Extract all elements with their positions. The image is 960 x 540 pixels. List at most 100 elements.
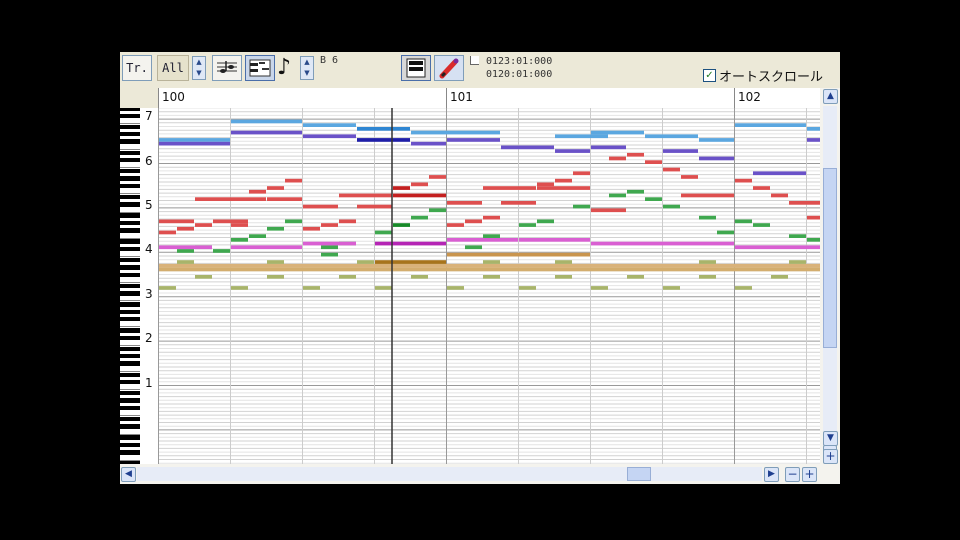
note[interactable]: [807, 138, 820, 142]
black-key[interactable]: [120, 113, 140, 118]
black-key[interactable]: [120, 257, 140, 263]
note[interactable]: [159, 267, 820, 272]
black-key[interactable]: [120, 220, 140, 226]
note-grid-canvas[interactable]: [158, 108, 820, 464]
note[interactable]: [609, 156, 626, 161]
note[interactable]: [447, 138, 500, 142]
note[interactable]: [303, 226, 320, 231]
black-key[interactable]: [120, 150, 140, 155]
note[interactable]: [663, 204, 680, 209]
note[interactable]: [519, 223, 536, 227]
black-key[interactable]: [120, 213, 140, 218]
note[interactable]: [231, 223, 248, 227]
note[interactable]: [555, 134, 608, 139]
black-key[interactable]: [120, 335, 140, 340]
note[interactable]: [537, 219, 554, 224]
note[interactable]: [645, 160, 662, 164]
black-key[interactable]: [120, 239, 140, 244]
vertical-scrollbar[interactable]: ▲ ▼ −: [820, 88, 840, 464]
measure-ruler[interactable]: 100 101 102: [158, 88, 820, 109]
note[interactable]: [645, 197, 662, 201]
note[interactable]: [663, 286, 680, 290]
black-key[interactable]: [120, 124, 140, 130]
note[interactable]: [267, 186, 284, 190]
note[interactable]: [411, 215, 428, 220]
note[interactable]: [303, 241, 356, 246]
zoom-out-horizontal-icon[interactable]: −: [785, 467, 800, 482]
note[interactable]: [339, 193, 392, 198]
spin-up-icon[interactable]: ▲: [301, 57, 313, 68]
note[interactable]: [375, 260, 446, 264]
note[interactable]: [195, 197, 266, 201]
pencil-tool-button[interactable]: [434, 55, 464, 81]
vertical-scroll-track[interactable]: [823, 106, 837, 431]
black-key[interactable]: [120, 309, 140, 315]
note[interactable]: [591, 130, 644, 135]
black-key[interactable]: [120, 265, 140, 270]
note[interactable]: [195, 223, 212, 227]
note[interactable]: [357, 260, 374, 264]
note[interactable]: [555, 260, 572, 264]
note[interactable]: [375, 230, 392, 235]
black-key[interactable]: [120, 194, 140, 200]
note[interactable]: [609, 193, 626, 198]
note-grid[interactable]: [158, 108, 820, 464]
note[interactable]: [753, 223, 770, 227]
note[interactable]: [159, 219, 194, 224]
note[interactable]: [807, 238, 820, 242]
black-key[interactable]: [120, 183, 140, 189]
note[interactable]: [501, 145, 554, 150]
note[interactable]: [771, 193, 788, 198]
note[interactable]: [735, 123, 806, 127]
note[interactable]: [483, 234, 500, 238]
black-key[interactable]: [120, 302, 140, 307]
scroll-up-icon[interactable]: ▲: [823, 89, 838, 104]
note[interactable]: [429, 175, 446, 179]
select-tool-button[interactable]: [401, 55, 431, 81]
note[interactable]: [267, 260, 284, 264]
note[interactable]: [411, 130, 500, 135]
note[interactable]: [591, 241, 734, 246]
note[interactable]: [447, 286, 464, 290]
note[interactable]: [195, 275, 212, 279]
note[interactable]: [501, 201, 536, 205]
note[interactable]: [285, 178, 302, 183]
note[interactable]: [411, 141, 446, 146]
note[interactable]: [537, 182, 554, 187]
note[interactable]: [735, 219, 752, 224]
note[interactable]: [483, 215, 500, 220]
black-key[interactable]: [120, 169, 140, 174]
horizontal-scroll-track[interactable]: [137, 467, 762, 481]
note[interactable]: [267, 226, 284, 231]
note[interactable]: [789, 260, 806, 264]
note[interactable]: [393, 193, 446, 198]
note[interactable]: [483, 260, 500, 264]
scroll-down-icon[interactable]: ▼: [823, 431, 838, 446]
note[interactable]: [393, 223, 410, 227]
note[interactable]: [429, 208, 446, 213]
note[interactable]: [699, 215, 716, 220]
zoom-in-horizontal-icon[interactable]: +: [802, 467, 817, 482]
note[interactable]: [393, 186, 410, 190]
note[interactable]: [447, 238, 518, 242]
note[interactable]: [555, 275, 572, 279]
note[interactable]: [519, 238, 590, 242]
note[interactable]: [591, 208, 626, 213]
note[interactable]: [447, 201, 482, 205]
black-key[interactable]: [120, 450, 140, 455]
note[interactable]: [357, 204, 392, 209]
note-length-icon[interactable]: ♪: [277, 56, 291, 80]
note[interactable]: [249, 189, 266, 194]
note[interactable]: [663, 167, 680, 172]
autoscroll-checkbox[interactable]: ✓: [703, 69, 716, 82]
black-key[interactable]: [120, 442, 140, 448]
note[interactable]: [159, 286, 176, 290]
black-key[interactable]: [120, 246, 140, 252]
black-key[interactable]: [120, 328, 140, 333]
note[interactable]: [339, 275, 356, 279]
note[interactable]: [177, 260, 194, 264]
note[interactable]: [303, 123, 356, 127]
black-key[interactable]: [120, 202, 140, 207]
black-key[interactable]: [120, 416, 140, 422]
note[interactable]: [753, 186, 770, 190]
